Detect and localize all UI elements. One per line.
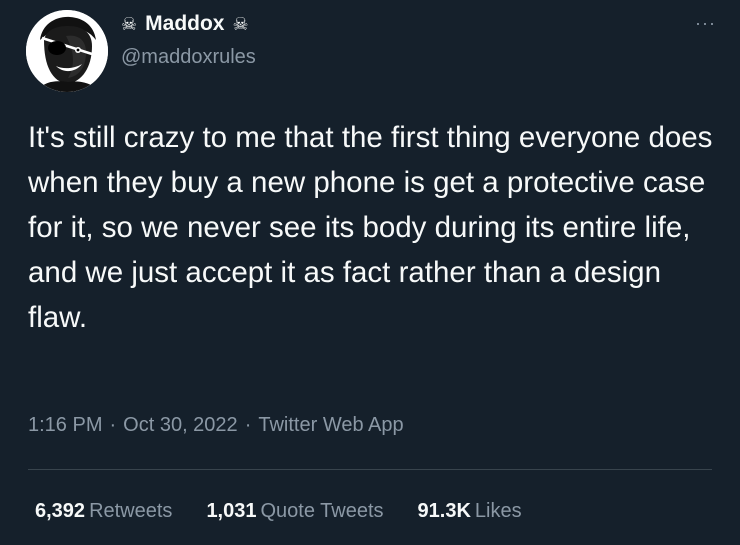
tweet-source[interactable]: Twitter Web App — [258, 414, 403, 436]
divider — [28, 469, 712, 470]
likes-label: Likes — [474, 500, 522, 522]
tweet-stats: 6,392 Retweets 1,031 Quote Tweets 91.3K Lik… — [35, 500, 522, 523]
quote-tweets-label: Quote Tweets — [260, 500, 384, 522]
retweets-count: 6,392 — [35, 500, 86, 522]
meta-separator: · — [244, 414, 252, 436]
author-name-row[interactable]: ☠ Maddox ☠ — [121, 10, 249, 38]
skull-left-icon: ☠ — [121, 14, 138, 34]
likes-stat[interactable]: 91.3K Likes — [418, 500, 522, 523]
more-options-icon[interactable]: ··· — [695, 14, 716, 32]
quote-tweets-count: 1,031 — [206, 500, 257, 522]
tweet-text: It's still crazy to me that the first th… — [28, 121, 713, 334]
retweets-label: Retweets — [89, 500, 173, 522]
tweet-meta: 1:16 PM · Oct 30, 2022 · Twitter Web App — [28, 414, 404, 437]
eyepatch-portrait-avatar-icon — [26, 10, 108, 92]
quote-tweets-stat[interactable]: 1,031 Quote Tweets — [206, 500, 383, 523]
meta-separator: · — [109, 414, 117, 436]
avatar[interactable] — [26, 10, 108, 92]
display-name[interactable]: Maddox — [145, 12, 224, 36]
tweet-date[interactable]: Oct 30, 2022 — [123, 414, 238, 436]
likes-count: 91.3K — [417, 500, 471, 522]
skull-right-icon: ☠ — [232, 14, 249, 34]
tweet-time[interactable]: 1:16 PM — [28, 414, 102, 436]
user-handle[interactable]: @maddoxrules — [121, 46, 256, 69]
retweets-stat[interactable]: 6,392 Retweets — [35, 500, 172, 523]
